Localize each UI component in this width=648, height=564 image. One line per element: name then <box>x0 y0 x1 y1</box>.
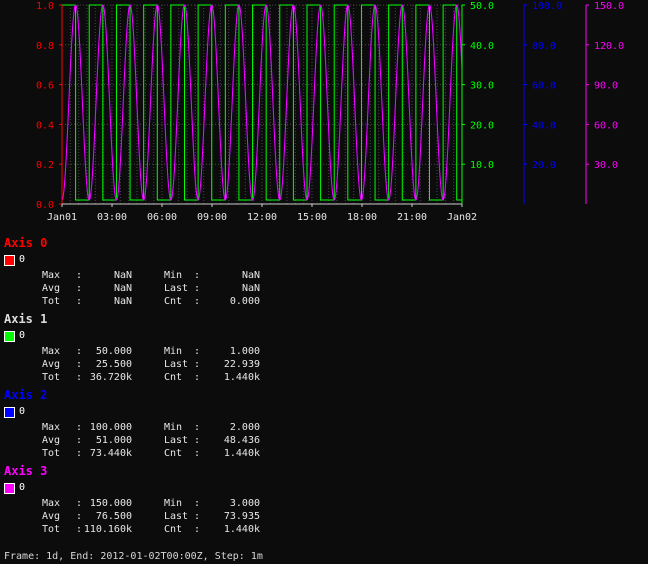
stat-last: 73.935 <box>223 511 260 522</box>
axis-0-tick-label: 0.2 <box>36 160 54 171</box>
legend-axis-0-title: Axis 0 <box>4 236 48 250</box>
stat-min: 1.000 <box>229 346 260 357</box>
axis-2-tick-label: 100.0 <box>532 1 562 12</box>
x-axis-tick-label: Jan02 <box>447 212 477 223</box>
series-name: 0 <box>19 254 26 265</box>
stat-last: 48.436 <box>223 435 260 446</box>
legend-stats: Max:150.000 Min:3.000 Avg:76.500 Last:73.9… <box>42 498 260 535</box>
x-axis-tick-label: 12:00 <box>247 212 277 223</box>
stat-last: 22.939 <box>223 359 260 370</box>
axis-3-tick-label: 30.0 <box>594 160 618 171</box>
x-axis-tick-label: 06:00 <box>147 212 177 223</box>
x-axis-tick-label: 03:00 <box>97 212 127 223</box>
x-axis-tick-label: Jan01 <box>47 212 77 223</box>
stat-tot: 73.440k <box>89 448 132 459</box>
legend-axis-1-title: Axis 1 <box>4 312 48 326</box>
series-name: 0 <box>19 330 26 341</box>
axis-3-tick-label: 150.0 <box>594 1 624 12</box>
stat-min: NaN <box>241 270 260 281</box>
x-axis-tick-label: 15:00 <box>297 212 327 223</box>
series-name: 0 <box>19 482 26 493</box>
axis-0-tick-label: 0.0 <box>36 200 54 211</box>
legend-axis-3-title: Axis 3 <box>4 464 48 478</box>
axis-2-tick-label: 20.0 <box>532 160 556 171</box>
legend-axis-2: Axis 2 0 Max:100.000 Min:2.000 Avg:51.000… <box>0 388 648 464</box>
stat-max: 50.000 <box>95 346 132 357</box>
legend: Axis 0 0 Max: NaN Min: NaN Avg: NaN Last: NaN … <box>0 236 648 540</box>
axis-3-tick-label: 90.0 <box>594 81 618 92</box>
stat-cnt: 1.440k <box>223 448 260 459</box>
stat-min: 3.000 <box>229 498 260 509</box>
series-color-swatch <box>4 331 15 342</box>
series-color-swatch <box>4 255 15 266</box>
x-axis-tick-label: 18:00 <box>347 212 377 223</box>
legend-stats: Max:50.000 Min:1.000 Avg:25.500 Last:22.93… <box>42 346 260 383</box>
axis-2-tick-label: 40.0 <box>532 120 556 131</box>
axis-1-tick-label: 50.0 <box>470 1 494 12</box>
legend-axis-3: Axis 3 0 Max:150.000 Min:3.000 Avg:76.500… <box>0 464 648 540</box>
series-color-swatch <box>4 483 15 494</box>
axis-0-tick-label: 0.8 <box>36 41 54 52</box>
stat-avg: 76.500 <box>95 511 132 522</box>
stat-avg: NaN <box>113 283 132 294</box>
axis-1-tick-label: 30.0 <box>470 81 494 92</box>
stat-avg: 51.000 <box>95 435 132 446</box>
axis-0-tick-label: 0.4 <box>36 120 54 131</box>
stat-last: NaN <box>241 283 260 294</box>
stat-cnt: 0.000 <box>229 296 260 307</box>
series-color-swatch <box>4 407 15 418</box>
stat-tot: NaN <box>113 296 132 307</box>
legend-axis-0: Axis 0 0 Max: NaN Min: NaN Avg: NaN Last: NaN … <box>0 236 648 312</box>
stat-cnt: 1.440k <box>223 524 260 535</box>
legend-stats: Max: NaN Min: NaN Avg: NaN Last: NaN Tot: NaN Cn… <box>42 270 260 307</box>
x-axis-tick-label: 09:00 <box>197 212 227 223</box>
stat-min: 2.000 <box>229 422 260 433</box>
axis-0-tick-label: 0.6 <box>36 81 54 92</box>
series-name: 0 <box>19 406 26 417</box>
axis-3-tick-label: 120.0 <box>594 41 624 52</box>
axis-1-tick-label: 10.0 <box>470 160 494 171</box>
axis-0-tick-label: 1.0 <box>36 1 54 12</box>
stat-tot: 110.160k <box>83 524 132 535</box>
x-axis-tick-label: 21:00 <box>397 212 427 223</box>
stat-max: 150.000 <box>89 498 132 509</box>
stat-avg: 25.500 <box>95 359 132 370</box>
axis-2-tick-label: 60.0 <box>532 81 556 92</box>
stat-max: NaN <box>113 270 132 281</box>
axis-1-tick-label: 20.0 <box>470 120 494 131</box>
legend-axis-2-title: Axis 2 <box>4 388 48 402</box>
stat-max: 100.000 <box>89 422 132 433</box>
stat-cnt: 1.440k <box>223 372 260 383</box>
chart: 0.0 0.2 0.4 0.6 0.8 1.0 10.0 20.0 30.0 40.0 50.0 20… <box>36 1 624 223</box>
legend-stats: Max:100.000 Min:2.000 Avg:51.000 Last:48.4… <box>42 422 260 459</box>
frame-info-footer: Frame: 1d, End: 2012-01-02T00:00Z, Step:… <box>4 551 263 562</box>
legend-axis-1: Axis 1 0 Max:50.000 Min:1.000 Avg:25.500 L… <box>0 312 648 388</box>
axis-2-tick-label: 80.0 <box>532 41 556 52</box>
axis-3-tick-label: 60.0 <box>594 120 618 131</box>
stat-tot: 36.720k <box>89 372 132 383</box>
axis-1-tick-label: 40.0 <box>470 41 494 52</box>
